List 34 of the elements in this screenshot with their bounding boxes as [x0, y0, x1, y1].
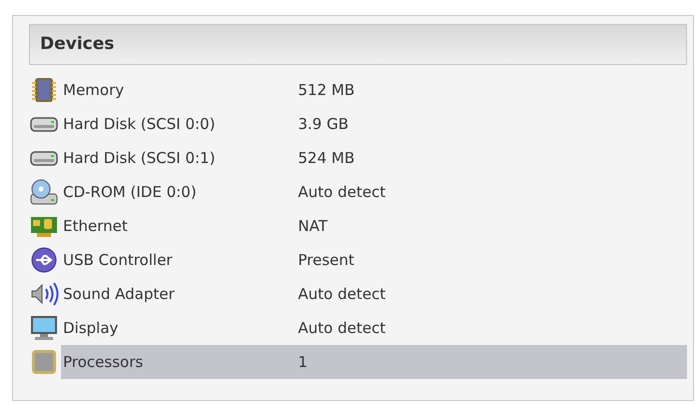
panel-title: Devices: [40, 32, 114, 56]
device-row[interactable]: CD-ROM (IDE 0:0) Auto detect: [61, 175, 687, 209]
device-value: Auto detect: [298, 284, 386, 305]
processor-chip-icon: [29, 348, 59, 376]
device-value: Auto detect: [298, 318, 386, 339]
device-name: Processors: [62, 352, 144, 373]
device-name: USB Controller: [62, 250, 174, 271]
device-row[interactable]: Sound Adapter Auto detect: [61, 277, 687, 311]
device-name: Hard Disk (SCSI 0:1): [62, 148, 216, 169]
device-value: 3.9 GB: [298, 114, 349, 135]
cd-drive-icon: [29, 178, 59, 206]
device-row[interactable]: Ethernet NAT: [61, 209, 687, 243]
device-value: 524 MB: [298, 148, 355, 169]
device-value: 512 MB: [298, 80, 355, 101]
device-value: NAT: [298, 216, 328, 237]
device-row[interactable]: Display Auto detect: [61, 311, 687, 345]
device-name: Memory: [62, 80, 126, 101]
monitor-icon: [29, 314, 59, 342]
device-value: Present: [298, 250, 354, 271]
device-name: Hard Disk (SCSI 0:0): [62, 114, 216, 135]
usb-icon: [29, 246, 59, 274]
device-row[interactable]: Processors 1: [61, 345, 687, 379]
device-value: Auto detect: [298, 182, 386, 203]
device-name: Sound Adapter: [62, 284, 176, 305]
device-row[interactable]: Hard Disk (SCSI 0:0) 3.9 GB: [61, 107, 687, 141]
device-name: Ethernet: [62, 216, 129, 237]
memory-chip-icon: [29, 76, 59, 104]
device-name: Display: [62, 318, 120, 339]
device-name: CD-ROM (IDE 0:0): [62, 182, 198, 203]
device-row[interactable]: USB Controller Present: [61, 243, 687, 277]
device-value: 1: [298, 352, 308, 373]
speaker-icon: [29, 280, 59, 308]
device-row[interactable]: Memory 512 MB: [61, 73, 687, 107]
device-row[interactable]: Hard Disk (SCSI 0:1) 524 MB: [61, 141, 687, 175]
